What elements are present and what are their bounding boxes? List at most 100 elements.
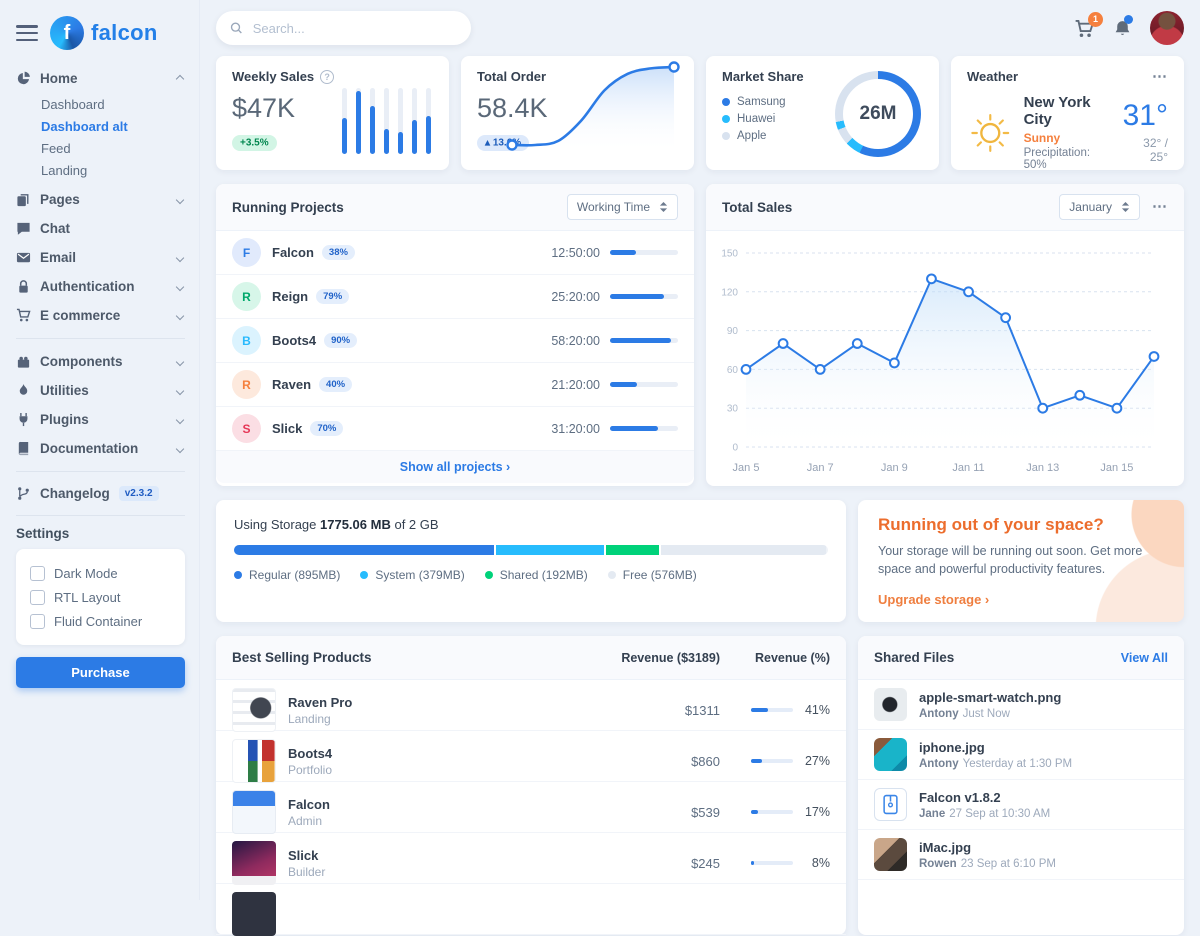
user-avatar[interactable]: [1150, 11, 1184, 45]
ellipsis-menu-icon[interactable]: ⋯: [1152, 73, 1168, 81]
legend-label: System (379MB): [375, 568, 464, 582]
sidebar-submenu: DashboardDashboard altFeedLanding: [16, 93, 199, 185]
view-all-link[interactable]: View All: [1121, 651, 1168, 665]
project-name: Slick: [272, 421, 302, 436]
legend-label: Shared (192MB): [500, 568, 588, 582]
svg-text:Jan 5: Jan 5: [733, 462, 760, 474]
storage-legend-item: Free (576MB): [608, 568, 697, 582]
code-branch-icon: [16, 486, 31, 501]
project-avatar: F: [232, 238, 261, 267]
product-price: $860: [570, 754, 720, 769]
sidebar-nav: HomeDashboardDashboard altFeedLandingPag…: [16, 64, 199, 463]
svg-text:90: 90: [727, 326, 739, 337]
search-input[interactable]: [251, 20, 457, 37]
sidebar-item-components[interactable]: Components: [16, 347, 199, 376]
market-share-center-label: 26M: [835, 71, 921, 157]
purchase-button[interactable]: Purchase: [16, 657, 185, 688]
file-row-falcon-v1-8-2[interactable]: Falcon v1.8.2Jane27 Sep at 10:30 AM: [858, 780, 1184, 830]
sidebar-item-authentication[interactable]: Authentication: [16, 272, 199, 301]
sun-icon: [967, 107, 1014, 159]
brand-logo[interactable]: f falcon: [50, 16, 158, 50]
sidebar-item-plugins[interactable]: Plugins: [16, 405, 199, 434]
file-row-iphone-jpg[interactable]: iphone.jpgAntonyYesterday at 1:30 PM: [858, 730, 1184, 780]
product-row-boots4[interactable]: Boots4Portfolio$86027%: [216, 731, 846, 782]
sidebar-item-e-commerce[interactable]: E commerce: [16, 301, 199, 330]
checkbox[interactable]: [30, 614, 45, 629]
sidebar-item-label: E commerce: [40, 308, 120, 323]
cart-button[interactable]: 1: [1074, 19, 1095, 38]
show-all-projects-link[interactable]: Show all projects ›: [216, 451, 694, 483]
hamburger-menu-icon[interactable]: [16, 25, 38, 41]
storage-legend-item: System (379MB): [360, 568, 464, 582]
upgrade-storage-link[interactable]: Upgrade storage ›: [878, 592, 1164, 607]
toggle-fluid-container[interactable]: Fluid Container: [30, 609, 171, 633]
product-row-raven-pro[interactable]: Raven ProLanding$131141%: [216, 680, 846, 731]
project-time: 31:20:00: [551, 422, 600, 436]
upgrade-storage-card: Running out of your space? Your storage …: [858, 500, 1184, 622]
total-sales-card: Total Sales January ⋯ 0306090120150Jan 5…: [706, 184, 1184, 486]
revenue-percent-column-header: Revenue (%): [720, 651, 830, 665]
total-sales-chart: 0306090120150Jan 5Jan 7Jan 9Jan 11Jan 13…: [706, 231, 1184, 486]
main-content: 1 Weekly Sales? $47K +3.5% Total Order 5…: [200, 0, 1200, 900]
svg-text:150: 150: [721, 249, 738, 260]
total-order-card: Total Order 58.4K ▴ 13.6%: [461, 56, 694, 170]
help-icon[interactable]: ?: [320, 70, 334, 84]
toggle-label: RTL Layout: [54, 590, 121, 605]
file-name: iMac.jpg: [919, 840, 1056, 855]
project-row-boots4[interactable]: BBoots490%58:20:00: [216, 319, 694, 363]
product-name-group: Boots4Portfolio: [288, 746, 332, 777]
total-order-sparkline: [504, 59, 682, 158]
toggle-rtl-layout[interactable]: RTL Layout: [30, 585, 171, 609]
legend-dot: [234, 571, 242, 579]
checkbox[interactable]: [30, 566, 45, 581]
file-name: apple-smart-watch.png: [919, 690, 1061, 705]
file-info: iMac.jpgRowen23 Sep at 6:10 PM: [919, 840, 1056, 870]
sidebar-item-chat[interactable]: Chat: [16, 214, 199, 243]
sidebar-item-landing[interactable]: Landing: [41, 159, 199, 181]
sidebar-item-documentation[interactable]: Documentation: [16, 434, 199, 463]
svg-text:60: 60: [727, 365, 739, 376]
product-row-slick[interactable]: SlickBuilder$2458%: [216, 833, 846, 884]
sidebar-item-home[interactable]: Home: [16, 64, 199, 93]
file-shared-by: Jane: [919, 808, 945, 820]
product-row-partial[interactable]: [216, 884, 846, 935]
revenue-column-header: Revenue ($3189): [570, 651, 720, 665]
sidebar-item-email[interactable]: Email: [16, 243, 199, 272]
middle-row: Running Projects Working Time FFalcon38%…: [216, 184, 1184, 486]
weekly-sales-title: Weekly Sales: [232, 69, 314, 84]
project-row-falcon[interactable]: FFalcon38%12:50:00: [216, 231, 694, 275]
chevron-down-icon: [176, 195, 184, 203]
file-row-imac-jpg[interactable]: iMac.jpgRowen23 Sep at 6:10 PM: [858, 830, 1184, 880]
working-time-select[interactable]: Working Time: [567, 194, 678, 220]
sidebar-item-changelog[interactable]: Changelog v2.3.2: [16, 480, 199, 507]
sidebar-item-utilities[interactable]: Utilities: [16, 376, 199, 405]
bottom-row: Best Selling Products Revenue ($3189) Re…: [216, 636, 1184, 935]
search-icon: [230, 21, 243, 35]
toggle-dark-mode[interactable]: Dark Mode: [30, 561, 171, 585]
project-row-reign[interactable]: RReign79%25:20:00: [216, 275, 694, 319]
product-percent: 17%: [802, 805, 830, 819]
sidebar-item-label: Home: [40, 71, 78, 86]
product-category: Admin: [288, 814, 330, 828]
notifications-button[interactable]: [1113, 19, 1132, 38]
month-select[interactable]: January: [1059, 194, 1140, 220]
sidebar-item-label: Utilities: [40, 383, 89, 398]
checkbox[interactable]: [30, 590, 45, 605]
book-icon: [16, 441, 31, 456]
legend-dot: [722, 98, 730, 106]
divider: [16, 471, 185, 472]
project-row-raven[interactable]: RRaven40%21:20:00: [216, 363, 694, 407]
sidebar-item-feed[interactable]: Feed: [41, 137, 199, 159]
product-progress-bar: [751, 759, 793, 763]
product-row-falcon[interactable]: FalconAdmin$53917%: [216, 782, 846, 833]
project-row-slick[interactable]: SSlick70%31:20:00: [216, 407, 694, 451]
sidebar-item-pages[interactable]: Pages: [16, 185, 199, 214]
ellipsis-menu-icon[interactable]: ⋯: [1152, 203, 1168, 211]
svg-text:30: 30: [727, 404, 739, 415]
product-name: Slick: [288, 848, 325, 863]
file-info: iphone.jpgAntonyYesterday at 1:30 PM: [919, 740, 1072, 770]
sidebar-item-dashboard-alt[interactable]: Dashboard alt: [41, 115, 199, 137]
project-avatar: B: [232, 326, 261, 355]
file-row-apple-smart-watch-png[interactable]: apple-smart-watch.pngAntonyJust Now: [858, 680, 1184, 730]
sidebar-item-dashboard[interactable]: Dashboard: [41, 93, 199, 115]
